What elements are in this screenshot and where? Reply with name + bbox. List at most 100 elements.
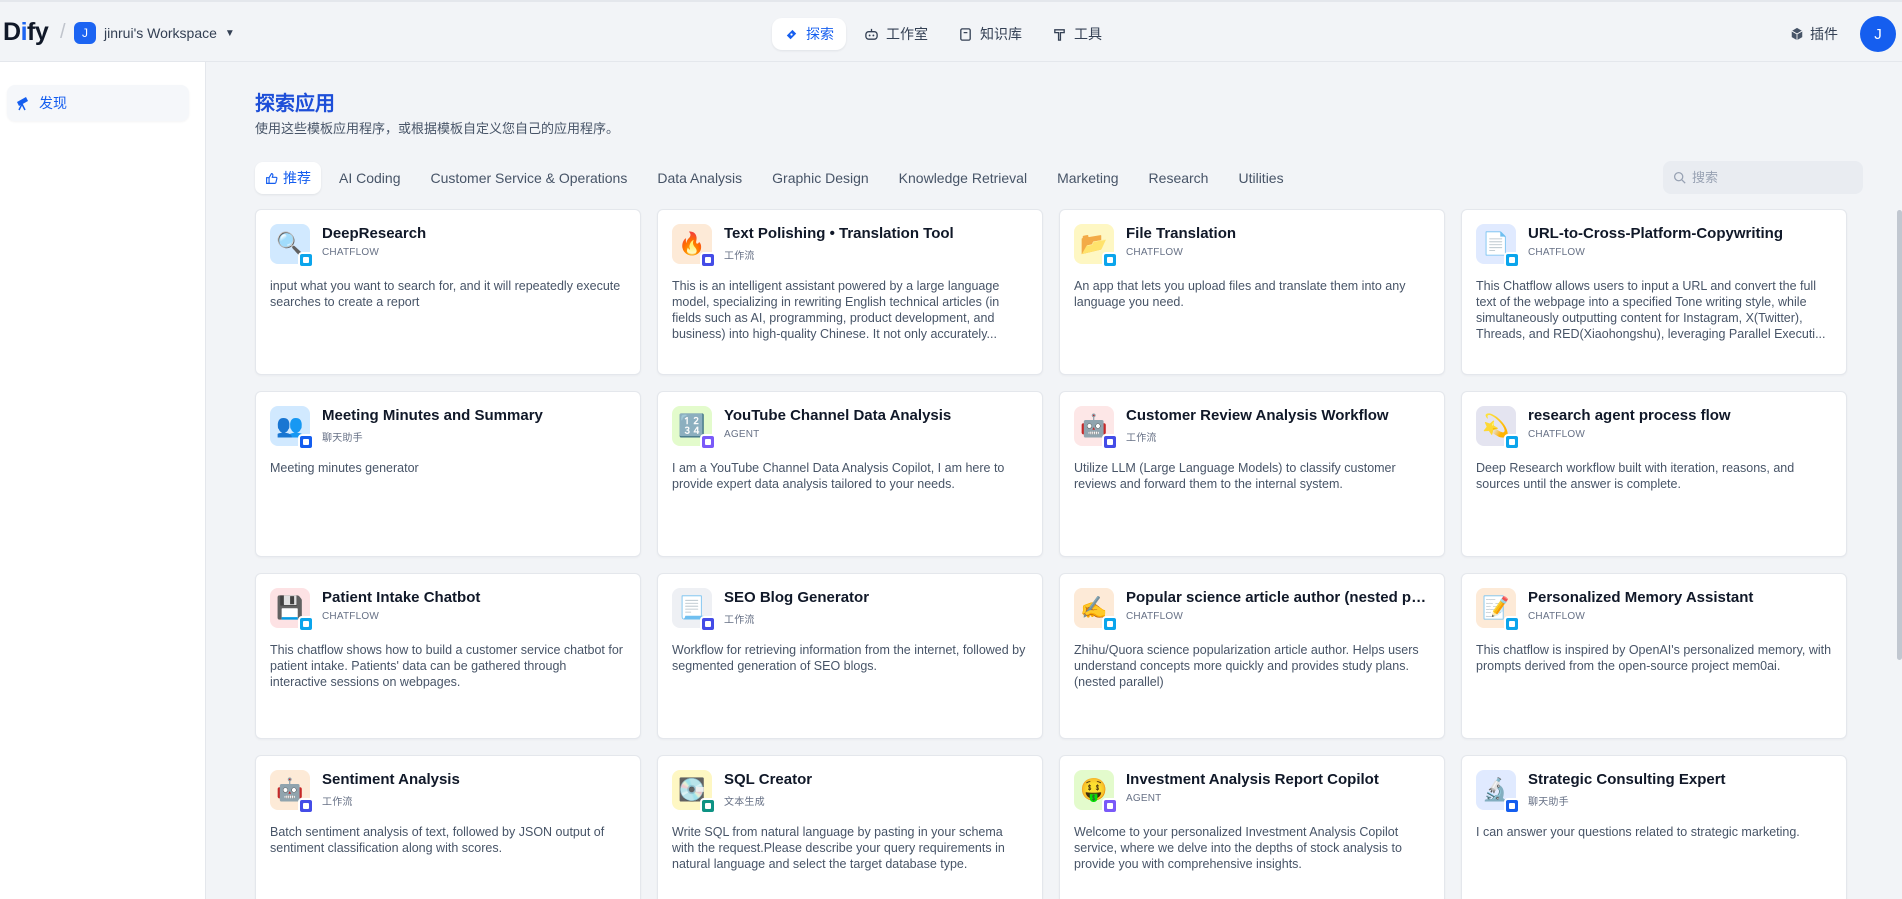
app-type-badge-icon bbox=[1102, 798, 1118, 814]
app-description: This chatflow is inspired by OpenAI's pe… bbox=[1476, 643, 1832, 673]
nav-knowledge[interactable]: 知识库 bbox=[946, 18, 1034, 50]
app-icon: 🤑 bbox=[1074, 770, 1118, 814]
app-type-badge-icon bbox=[700, 798, 716, 814]
app-description: Welcome to your personalized Investment … bbox=[1074, 825, 1402, 871]
plugins-button[interactable]: 插件 bbox=[1790, 24, 1838, 44]
app-description: Write SQL from natural language by pasti… bbox=[672, 825, 1005, 871]
search-box[interactable] bbox=[1663, 161, 1863, 194]
workspace-avatar: J bbox=[74, 22, 96, 44]
app-title: Customer Review Analysis Workflow bbox=[1126, 407, 1389, 424]
user-avatar[interactable]: J bbox=[1860, 16, 1896, 52]
tab-label: Customer Service & Operations bbox=[430, 170, 628, 186]
app-description: Zhihu/Quora science popularization artic… bbox=[1074, 643, 1419, 689]
app-card[interactable]: 📃 SEO Blog Generator 工作流 Workflow for re… bbox=[657, 573, 1043, 739]
nav-studio[interactable]: 工作室 bbox=[852, 18, 940, 50]
tab-label: Research bbox=[1148, 170, 1209, 186]
app-type-badge-icon bbox=[1504, 434, 1520, 450]
tab-label: Graphic Design bbox=[772, 170, 869, 186]
app-card[interactable]: 📂 File Translation CHATFLOW An app that … bbox=[1059, 209, 1445, 375]
tab-graphic-design[interactable]: Graphic Design bbox=[760, 162, 881, 194]
app-card[interactable]: ✍️ Popular science article author (neste… bbox=[1059, 573, 1445, 739]
tab-label: Knowledge Retrieval bbox=[898, 170, 1028, 186]
nav-knowledge-label: 知识库 bbox=[980, 26, 1022, 42]
app-type: AGENT bbox=[724, 429, 760, 440]
app-icon: 📝 bbox=[1476, 588, 1520, 632]
app-type-badge-icon bbox=[298, 616, 314, 632]
app-title: File Translation bbox=[1126, 225, 1237, 242]
app-card[interactable]: 🔍 DeepResearch CHATFLOW input what you w… bbox=[255, 209, 641, 375]
app-title: Sentiment Analysis bbox=[322, 771, 460, 788]
app-description: input what you want to search for, and i… bbox=[270, 279, 621, 309]
tab-label: 推荐 bbox=[283, 170, 311, 186]
app-description: An app that lets you upload files and tr… bbox=[1074, 279, 1406, 309]
app-type: CHATFLOW bbox=[1126, 247, 1183, 258]
app-type-badge-icon bbox=[1102, 252, 1118, 268]
workspace-switcher[interactable]: J jinrui's Workspace ▼ bbox=[74, 22, 235, 44]
nav-explore[interactable]: 探索 bbox=[772, 18, 846, 50]
tab-utilities[interactable]: Utilities bbox=[1226, 162, 1295, 194]
app-description: Workflow for retrieving information from… bbox=[672, 643, 1026, 673]
app-type: CHATFLOW bbox=[322, 611, 379, 622]
app-description: This is an intelligent assistant powered… bbox=[672, 279, 1000, 341]
app-type-badge-icon bbox=[1504, 798, 1520, 814]
app-description: Batch sentiment analysis of text, follow… bbox=[270, 825, 605, 855]
sidebar-item-discover[interactable]: 发现 bbox=[7, 85, 189, 121]
app-type: 聊天助手 bbox=[322, 433, 363, 444]
app-icon: 🔢 bbox=[672, 406, 716, 450]
page-title: 探索应用 bbox=[255, 93, 335, 115]
app-card[interactable]: 💾 Patient Intake Chatbot CHATFLOW This c… bbox=[255, 573, 641, 739]
app-card[interactable]: 💫 research agent process flow CHATFLOW D… bbox=[1461, 391, 1847, 557]
app-card[interactable]: 📝 Personalized Memory Assistant CHATFLOW… bbox=[1461, 573, 1847, 739]
app-title: Personalized Memory Assistant bbox=[1528, 589, 1754, 606]
breadcrumb-separator: / bbox=[60, 21, 66, 43]
tab-data-analysis[interactable]: Data Analysis bbox=[645, 162, 754, 194]
app-type-badge-icon bbox=[700, 434, 716, 450]
app-card[interactable]: 🤖 Customer Review Analysis Workflow 工作流 … bbox=[1059, 391, 1445, 557]
sidebar: 发现 bbox=[0, 62, 206, 899]
app-icon: 🔬 bbox=[1476, 770, 1520, 814]
main-content: 探索应用 使用这些模板应用程序，或根据模板自定义您自己的应用程序。 推荐 AI … bbox=[206, 62, 1902, 899]
app-type-badge-icon bbox=[1102, 616, 1118, 632]
tab-ai-coding[interactable]: AI Coding bbox=[327, 162, 412, 194]
app-description: This chatflow shows how to build a custo… bbox=[270, 643, 623, 689]
app-icon: 💽 bbox=[672, 770, 716, 814]
app-description: I am a YouTube Channel Data Analysis Cop… bbox=[672, 461, 1005, 491]
app-icon: 🔍 bbox=[270, 224, 314, 268]
app-card[interactable]: 👥 Meeting Minutes and Summary 聊天助手 Meeti… bbox=[255, 391, 641, 557]
app-title: research agent process flow bbox=[1528, 407, 1731, 424]
tab-customer-service[interactable]: Customer Service & Operations bbox=[418, 162, 639, 194]
tab-knowledge-retrieval[interactable]: Knowledge Retrieval bbox=[887, 162, 1039, 194]
scrollbar[interactable] bbox=[1897, 210, 1902, 660]
tab-recommended[interactable]: 推荐 bbox=[255, 162, 321, 194]
tab-research[interactable]: Research bbox=[1137, 162, 1221, 194]
app-card[interactable]: 💽 SQL Creator 文本生成 Write SQL from natura… bbox=[657, 755, 1043, 899]
app-card[interactable]: 🤑 Investment Analysis Report Copilot AGE… bbox=[1059, 755, 1445, 899]
tab-marketing[interactable]: Marketing bbox=[1045, 162, 1130, 194]
app-icon: 💫 bbox=[1476, 406, 1520, 450]
app-icon: 🤖 bbox=[270, 770, 314, 814]
chevron-down-icon: ▼ bbox=[224, 27, 235, 39]
app-icon: 📂 bbox=[1074, 224, 1118, 268]
app-type-badge-icon bbox=[298, 252, 314, 268]
app-card[interactable]: 📄 URL-to-Cross-Platform-Copywriting CHAT… bbox=[1461, 209, 1847, 375]
sidebar-item-label: 发现 bbox=[39, 95, 67, 111]
search-input[interactable] bbox=[1692, 170, 1852, 185]
main-nav: 探索 工作室 知识库 工具 bbox=[772, 18, 1114, 50]
cube-icon bbox=[1791, 27, 1803, 41]
app-title: SQL Creator bbox=[724, 771, 813, 788]
app-card[interactable]: 🔬 Strategic Consulting Expert 聊天助手 I can… bbox=[1461, 755, 1847, 899]
app-title: SEO Blog Generator bbox=[724, 589, 870, 606]
app-type: 聊天助手 bbox=[1528, 797, 1569, 808]
app-title: Patient Intake Chatbot bbox=[322, 589, 481, 606]
app-card[interactable]: 🤖 Sentiment Analysis 工作流 Batch sentiment… bbox=[255, 755, 641, 899]
app-type: CHATFLOW bbox=[1528, 611, 1585, 622]
app-title: Meeting Minutes and Summary bbox=[322, 407, 543, 424]
app-card[interactable]: 🔢 YouTube Channel Data Analysis AGENT I … bbox=[657, 391, 1043, 557]
app-type-badge-icon bbox=[298, 798, 314, 814]
app-card[interactable]: 🔥 Text Polishing • Translation Tool 工作流 … bbox=[657, 209, 1043, 375]
nav-tools[interactable]: 工具 bbox=[1040, 18, 1114, 50]
tab-label: Data Analysis bbox=[657, 170, 743, 186]
app-type: 工作流 bbox=[724, 615, 755, 626]
dify-logo[interactable]: Dify bbox=[3, 18, 49, 47]
app-description: Meeting minutes generator bbox=[270, 461, 419, 475]
